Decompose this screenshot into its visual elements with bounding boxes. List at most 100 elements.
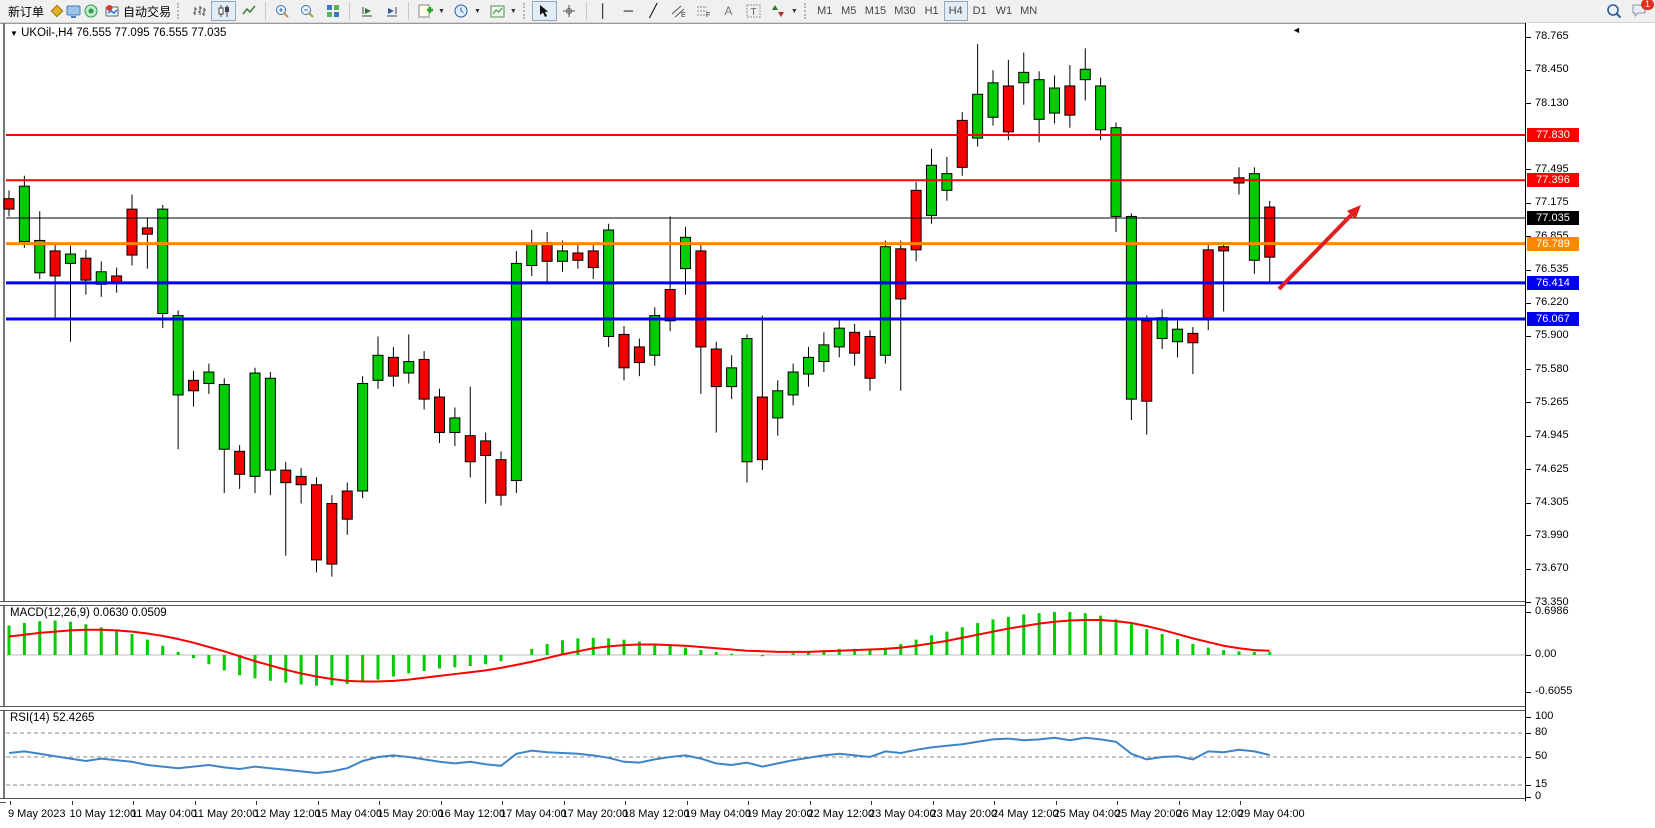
candle-body: [788, 372, 798, 395]
price-line-badge: 76.067: [1527, 312, 1579, 326]
vertical-line-icon: │: [595, 3, 612, 19]
template-button[interactable]: ▼: [485, 1, 521, 21]
candle-body: [81, 258, 91, 280]
tab-timeframe-w1[interactable]: W1: [992, 1, 1017, 21]
candle-body: [481, 441, 491, 456]
price-line-badge: 76.789: [1527, 237, 1579, 251]
trendline-button[interactable]: ╱: [641, 1, 666, 21]
candle-body: [312, 485, 322, 560]
new-order-icon[interactable]: [48, 3, 65, 19]
candle-body: [66, 254, 76, 263]
price-tick-label: 74.945: [1535, 429, 1569, 441]
dropdown-caret-icon: ▼: [438, 8, 445, 15]
periods-clock-button[interactable]: ▼: [449, 1, 485, 21]
autotrading-icon: [103, 3, 120, 19]
chart-shift-button[interactable]: [379, 1, 404, 21]
candle-body: [435, 397, 445, 432]
autotrading-button[interactable]: 自动交易: [99, 1, 175, 21]
tab-timeframe-m1[interactable]: M1: [813, 1, 837, 21]
dropdown-caret-icon: ▼: [474, 8, 481, 15]
price-tick-mark: [1526, 336, 1531, 337]
candle-body: [696, 251, 706, 347]
search-icon: [1605, 3, 1622, 19]
toolbar-separator: [408, 2, 409, 20]
candle-body: [1003, 86, 1013, 132]
candle-body: [573, 253, 583, 260]
price-tick-label: 74.305: [1535, 496, 1569, 508]
tab-timeframe-m30[interactable]: M30: [890, 1, 919, 21]
candle-body: [957, 120, 967, 167]
vertical-line-button[interactable]: │: [591, 1, 616, 21]
bar-chart-button[interactable]: [186, 1, 211, 21]
channel-button[interactable]: E: [666, 1, 691, 21]
search-button[interactable]: [1601, 1, 1626, 21]
macd-tick-label: -0.6055: [1535, 685, 1572, 697]
time-tick-label: 19 May 04:00: [685, 808, 752, 820]
tab-timeframe-mn[interactable]: MN: [1016, 1, 1041, 21]
tab-timeframe-h1[interactable]: H1: [920, 1, 944, 21]
auto-scroll-button[interactable]: [354, 1, 379, 21]
price-tick-label: 76.220: [1535, 296, 1569, 308]
terminal-icon[interactable]: [65, 3, 82, 19]
toolbar: 新订单 自动交易 ▼ ▼ ▼: [0, 0, 1655, 23]
signal-icon[interactable]: [82, 3, 99, 19]
rsi-tick-mark: [1526, 797, 1531, 798]
fibonacci-icon: F: [695, 3, 712, 19]
price-tick-mark: [1526, 203, 1531, 204]
arrows-icon: [770, 3, 787, 19]
fibonacci-button[interactable]: F: [691, 1, 716, 21]
panel-separator[interactable]: [0, 601, 1655, 606]
price-axis[interactable]: 78.76578.45078.13077.49577.17576.85576.5…: [1526, 23, 1655, 801]
toolbar-grip: [523, 3, 528, 19]
tab-timeframe-m5[interactable]: M5: [837, 1, 861, 21]
new-order-label: 新订单: [8, 3, 44, 20]
candle-body: [1080, 69, 1090, 79]
time-tick-mark: [256, 801, 257, 805]
zoom-in-icon: [274, 3, 291, 19]
price-tick-mark: [1526, 37, 1531, 38]
line-chart-button[interactable]: [236, 1, 261, 21]
zoom-in-button[interactable]: [270, 1, 295, 21]
horizontal-line-button[interactable]: ─: [616, 1, 641, 21]
macd-panel[interactable]: [6, 606, 1525, 707]
candle-body: [1188, 333, 1198, 342]
candle-body: [112, 276, 122, 282]
annotation-arrow-shaft[interactable]: [1279, 215, 1351, 289]
time-axis[interactable]: 9 May 202310 May 12:0011 May 04:0011 May…: [6, 801, 1655, 827]
tab-timeframe-d1[interactable]: D1: [968, 1, 992, 21]
time-tick-label: 15 May 04:00: [316, 808, 383, 820]
time-tick-label: 18 May 12:00: [623, 808, 690, 820]
rsi-panel[interactable]: [6, 710, 1525, 799]
template-icon: [489, 3, 506, 19]
price-chart-panel[interactable]: [6, 33, 1525, 603]
candle-body: [50, 251, 60, 276]
channel-icon: E: [670, 3, 687, 19]
candlestick-chart-button[interactable]: [211, 1, 236, 21]
cursor-button[interactable]: [532, 1, 557, 21]
time-tick-mark: [502, 801, 503, 805]
candle-body: [327, 504, 337, 565]
add-indicator-button[interactable]: ▼: [413, 1, 449, 21]
time-tick-mark: [1240, 801, 1241, 805]
rsi-tick-mark: [1526, 757, 1531, 758]
price-tick-mark: [1526, 602, 1531, 603]
tab-timeframe-m15[interactable]: M15: [861, 1, 890, 21]
crosshair-button[interactable]: [557, 1, 582, 21]
arrows-button[interactable]: ▼: [766, 1, 802, 21]
tab-timeframe-h4[interactable]: H4: [944, 1, 968, 21]
svg-text:E: E: [681, 12, 686, 18]
zoom-out-button[interactable]: [295, 1, 320, 21]
tile-windows-button[interactable]: [320, 1, 345, 21]
time-tick-label: 29 May 04:00: [1238, 808, 1305, 820]
panel-separator[interactable]: [0, 706, 1655, 711]
time-tick-mark: [195, 801, 196, 805]
new-order-button[interactable]: 新订单: [4, 1, 48, 21]
text-button[interactable]: A: [716, 1, 741, 21]
candle-body: [665, 290, 675, 321]
time-tick-label: 16 May 12:00: [439, 808, 506, 820]
candle-body: [650, 316, 660, 356]
time-tick-mark: [871, 801, 872, 805]
text-label-button[interactable]: T: [741, 1, 766, 21]
price-line-badge: 77.830: [1527, 128, 1579, 142]
price-tick-label: 75.900: [1535, 329, 1569, 341]
